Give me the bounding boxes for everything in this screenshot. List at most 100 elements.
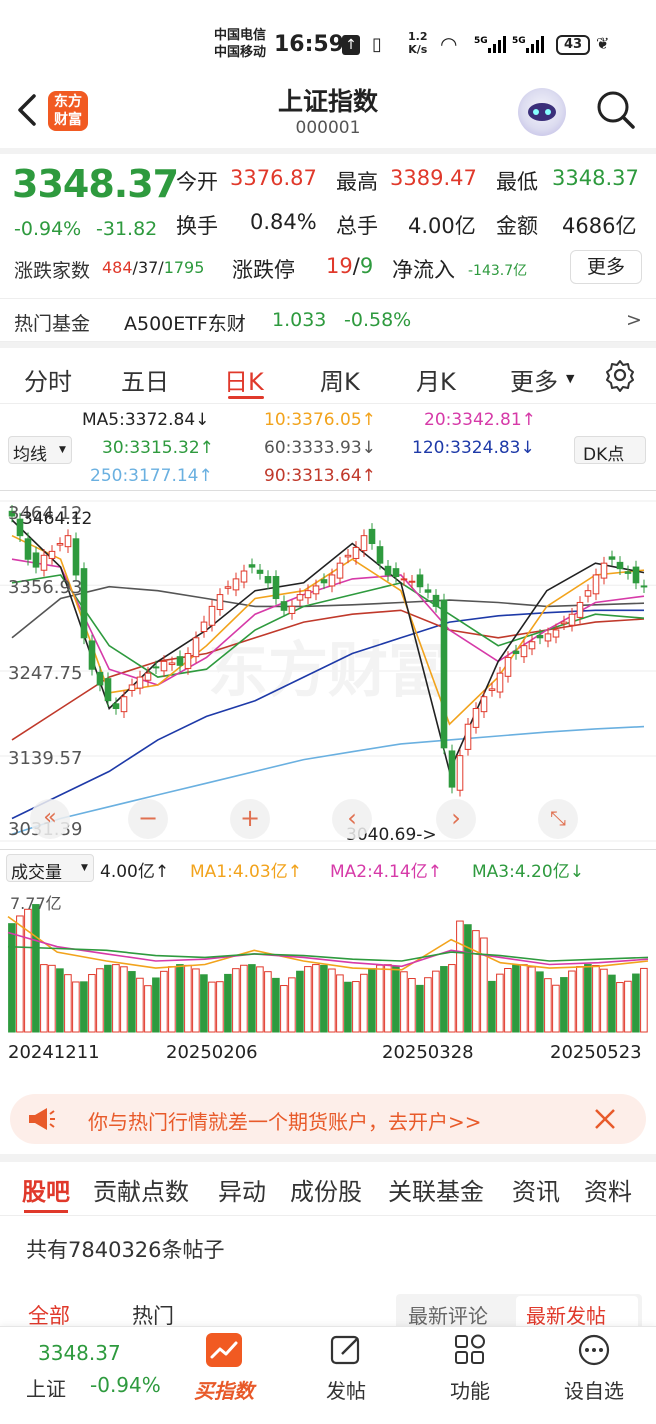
divider bbox=[0, 342, 656, 348]
tab-daily-k[interactable]: 日K bbox=[224, 362, 264, 397]
sort-latest-comment[interactable]: 最新评论 bbox=[408, 1300, 488, 1329]
tab-weekly-k[interactable]: 周K bbox=[320, 362, 360, 397]
volume-bar bbox=[32, 904, 40, 1033]
fund-name[interactable]: A500ETF东财 bbox=[124, 309, 246, 336]
tab-profile[interactable]: 资料 bbox=[584, 1172, 632, 1207]
more-button[interactable]: 更多 bbox=[570, 250, 642, 284]
ma90-value: 90:3313.64↑ bbox=[264, 466, 376, 486]
signal-1-icon: 5G bbox=[474, 34, 508, 54]
nav-functions[interactable]: 功能 bbox=[430, 1333, 510, 1413]
date-label-1: 20241211 bbox=[8, 1042, 100, 1063]
volume-bar bbox=[72, 981, 80, 1033]
candle bbox=[112, 703, 120, 710]
candle bbox=[408, 580, 416, 583]
scroll-right-button[interactable]: › bbox=[436, 799, 476, 839]
candle bbox=[104, 678, 112, 702]
nav-buy-index[interactable]: 买指数 bbox=[186, 1333, 262, 1413]
breadth-flat: /37/ bbox=[132, 258, 164, 277]
volume-selector[interactable]: 成交量 ▼ bbox=[6, 854, 94, 883]
nav-add-watchlist[interactable]: 设自选 bbox=[554, 1333, 634, 1413]
volume-bar bbox=[592, 965, 600, 1033]
hot-fund-label: 热门基金 bbox=[14, 313, 91, 335]
tab-guba[interactable]: 股吧 bbox=[22, 1172, 70, 1207]
zoom-out-button[interactable]: − bbox=[128, 799, 168, 839]
candle bbox=[448, 750, 456, 788]
candle bbox=[576, 601, 584, 618]
volume-bar bbox=[560, 977, 568, 1033]
nav-post[interactable]: 发帖 bbox=[306, 1333, 386, 1413]
robot-assistant-icon[interactable] bbox=[518, 88, 566, 136]
volume-bar bbox=[168, 966, 176, 1033]
netflow-label: 净流入 bbox=[392, 258, 455, 282]
volume-bar bbox=[448, 964, 456, 1033]
candle bbox=[176, 656, 184, 666]
volume-bar bbox=[624, 980, 632, 1033]
net-speed: 1.2 bbox=[408, 30, 428, 43]
close-icon[interactable] bbox=[590, 1104, 620, 1134]
ad-text[interactable]: 你与热门行情就差一个期货账户，去开户>> bbox=[88, 1106, 482, 1135]
clock: 16:59 bbox=[274, 32, 345, 57]
candle bbox=[456, 755, 464, 791]
ad-banner[interactable]: 你与热门行情就差一个期货账户，去开户>> bbox=[10, 1094, 646, 1144]
candle bbox=[344, 554, 352, 558]
candle bbox=[632, 566, 640, 584]
nav-name: 上证 bbox=[26, 1377, 66, 1401]
candle bbox=[48, 550, 56, 559]
tab-five-day[interactable]: 五日 bbox=[121, 362, 169, 397]
volume-bar bbox=[600, 968, 608, 1033]
tab-more[interactable]: 更多 bbox=[510, 362, 558, 397]
candle bbox=[312, 585, 320, 595]
fullscreen-button[interactable]: ⤡ bbox=[538, 799, 578, 839]
volume-chart[interactable]: 7.77亿 20241211 20250206 20250328 2025052… bbox=[0, 884, 656, 1080]
leaf-icon: ❦ bbox=[596, 34, 610, 53]
tab-monthly-k[interactable]: 月K bbox=[416, 362, 456, 397]
volume-bar bbox=[552, 984, 560, 1033]
candle bbox=[136, 676, 144, 689]
dropdown-triangle-icon: ▼ bbox=[566, 372, 575, 385]
turnover-value: 0.84% bbox=[250, 210, 317, 234]
candle bbox=[568, 613, 576, 626]
volume-bar bbox=[584, 964, 592, 1033]
megaphone-icon bbox=[26, 1106, 58, 1132]
search-icon[interactable] bbox=[594, 88, 638, 132]
hot-fund-row[interactable]: 热门基金 A500ETF东财 1.033 -0.58% > bbox=[0, 298, 656, 342]
tab-news[interactable]: 资讯 bbox=[512, 1172, 560, 1207]
candle bbox=[320, 579, 328, 584]
tab-contribution[interactable]: 贡献点数 bbox=[93, 1172, 189, 1207]
tab-constituents[interactable]: 成份股 bbox=[290, 1172, 362, 1207]
candle bbox=[624, 571, 632, 574]
candle bbox=[488, 688, 496, 691]
dk-point-button[interactable]: DK点 bbox=[574, 436, 646, 465]
scroll-left-fast-button[interactable]: « bbox=[30, 799, 70, 839]
candle bbox=[600, 562, 608, 579]
volume-bar bbox=[160, 970, 168, 1033]
candle bbox=[464, 723, 472, 750]
volume-bar bbox=[384, 964, 392, 1033]
tab-related-funds[interactable]: 关联基金 bbox=[388, 1172, 484, 1207]
tab-intraday[interactable]: 分时 bbox=[24, 362, 72, 397]
volume-bar bbox=[312, 964, 320, 1033]
volume-bar bbox=[88, 974, 96, 1033]
volume-bar bbox=[464, 924, 472, 1033]
kline-chart[interactable]: 东方财富 3464.123356.933247.753139.573031.39… bbox=[0, 490, 656, 850]
candle bbox=[88, 640, 96, 670]
volume-bar bbox=[40, 964, 48, 1033]
settings-gear-icon[interactable] bbox=[603, 358, 637, 392]
limit-label: 涨跌停 bbox=[232, 258, 295, 282]
candle bbox=[352, 546, 360, 559]
candle bbox=[184, 653, 192, 669]
tab-movement[interactable]: 异动 bbox=[218, 1172, 266, 1207]
zoom-in-button[interactable]: + bbox=[230, 799, 270, 839]
volume-bar bbox=[232, 968, 240, 1033]
post-sub-tabs: 全部 热门 最新评论 最新发帖 bbox=[0, 1290, 656, 1334]
volume-legend: 成交量 ▼ 4.00亿↑ MA1:4.03亿↑ MA2:4.14亿↑ MA3:4… bbox=[0, 852, 656, 884]
signal-2-icon: 5G bbox=[512, 34, 546, 54]
candle bbox=[384, 565, 392, 576]
volume-bar bbox=[208, 981, 216, 1033]
volume-bar bbox=[616, 982, 624, 1033]
candle bbox=[56, 543, 64, 546]
wifi-icon: ◠ bbox=[440, 32, 458, 56]
ma-selector[interactable]: 均线 ▼ bbox=[8, 436, 72, 465]
status-bar: 中国电信 中国移动 16:59 ↑ ▯ 1.2 K/s ◠ 5G 5G 43 ❦ bbox=[0, 0, 656, 84]
scroll-left-button[interactable]: ‹ bbox=[332, 799, 372, 839]
